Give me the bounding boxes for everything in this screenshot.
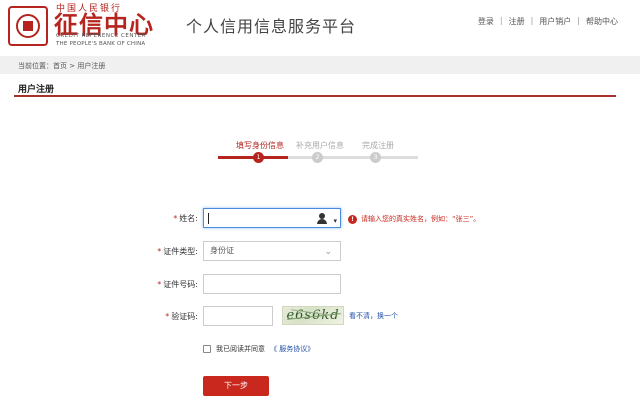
service-agreement-link[interactable]: 《 服务协议》 — [270, 344, 314, 354]
name-label: * 姓名: — [118, 213, 198, 224]
logo-english-line2: THE PEOPLE'S BANK OF CHINA — [56, 41, 146, 47]
agree-text: 我已阅读并同意 — [216, 345, 265, 353]
chevron-down-icon[interactable]: ▾ — [333, 212, 337, 230]
required-mark: * — [157, 280, 162, 289]
captcha-label-text: 验证码: — [171, 312, 198, 321]
step-3-label: 完成注册 — [362, 141, 394, 150]
next-step-button[interactable]: 下一步 — [203, 376, 269, 396]
id-number-label-text: 证件号码: — [163, 280, 198, 289]
site-header: 中国人民银行 征信中心 CREDIT REFERENCE CENTER THE … — [0, 0, 640, 54]
required-mark: * — [165, 312, 170, 321]
name-hint: ! 请输入您的真实姓名，例如：“张三”。 — [348, 214, 480, 224]
captcha-label: * 验证码: — [118, 311, 198, 322]
nav-separator: | — [499, 16, 503, 25]
required-mark: * — [173, 214, 178, 223]
user-icon — [316, 213, 328, 224]
captcha-refresh-link[interactable]: 看不清，换一个 — [349, 311, 398, 321]
seal-core-icon — [23, 21, 33, 31]
top-nav-links: 登录 | 注册 | 用户销户 | 帮助中心 — [478, 16, 618, 27]
captcha-field[interactable] — [203, 306, 273, 326]
chevron-down-icon: ⌄ — [324, 247, 332, 257]
pboc-seal-logo-icon — [8, 6, 48, 46]
logo-english-line1: CREDIT REFERENCE CENTER — [56, 33, 147, 39]
id-type-label-text: 证件类型: — [163, 247, 198, 256]
nav-separator: | — [577, 16, 580, 25]
captcha-image[interactable]: e6s6kd — [282, 306, 344, 325]
agreement-row: 我已阅读并同意 《 服务协议》 — [203, 344, 314, 354]
platform-title: 个人信用信息服务平台 — [186, 17, 357, 36]
step-1-circle: 1 — [253, 152, 264, 163]
page-title: 用户注册 — [18, 85, 55, 95]
registration-steps: 填写身份信息 补充用户信息 完成注册 1 2 3 — [218, 140, 418, 166]
register-link[interactable]: 注册 — [509, 16, 525, 27]
step-1-label: 填写身份信息 — [236, 141, 284, 150]
name-hint-text: 请输入您的真实姓名，例如：“张三”。 — [361, 215, 481, 223]
breadcrumb: 当前位置：首页 > 用户注册 — [18, 62, 106, 70]
step-2-circle: 2 — [312, 152, 323, 163]
name-label-text: 姓名: — [179, 214, 198, 223]
info-icon: ! — [348, 214, 357, 224]
text-cursor — [208, 213, 209, 224]
user-icon-body — [317, 219, 327, 224]
help-center-link[interactable]: 帮助中心 — [586, 16, 618, 27]
step-3-circle: 3 — [370, 152, 381, 163]
id-type-label: * 证件类型: — [118, 246, 198, 257]
step-2-label: 补充用户信息 — [296, 141, 344, 150]
close-account-link[interactable]: 用户销户 — [539, 16, 571, 27]
step-remaining-line — [288, 156, 418, 159]
id-number-field[interactable] — [203, 274, 341, 294]
nav-separator: | — [530, 16, 534, 25]
id-type-select[interactable]: 身份证 ⌄ — [203, 241, 341, 261]
required-mark: * — [157, 247, 162, 256]
agree-checkbox[interactable] — [203, 345, 211, 353]
title-divider — [14, 95, 616, 97]
name-field[interactable]: ▾ — [203, 208, 341, 228]
id-number-label: * 证件号码: — [118, 279, 198, 290]
id-type-value: 身份证 — [210, 246, 234, 255]
login-link[interactable]: 登录 — [478, 16, 494, 27]
